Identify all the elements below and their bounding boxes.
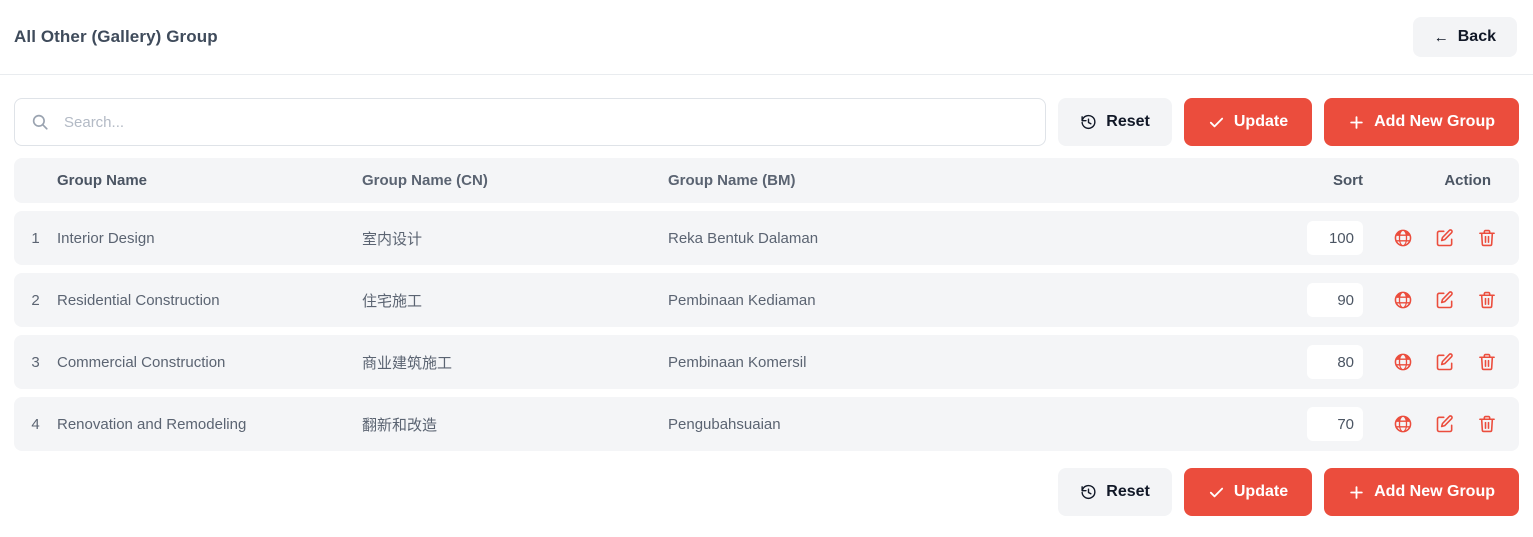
cell-group-name: Residential Construction [57, 291, 220, 309]
pen-to-square-icon[interactable] [1435, 414, 1455, 434]
add-new-group-button-label: Add New Group [1374, 113, 1495, 130]
clock-rotate-left-icon [1080, 484, 1097, 501]
search-input[interactable] [14, 98, 1047, 146]
pen-to-square-icon[interactable] [1435, 228, 1455, 248]
trash-icon[interactable] [1477, 352, 1497, 372]
arrow-left-icon: ← [1433, 28, 1449, 46]
sort-input[interactable] [1307, 407, 1363, 441]
table-row: 2 Residential Construction 住宅施工 Pembinaan K… [14, 273, 1519, 327]
cell-group-name-cn: 商业建筑施工 [362, 354, 453, 372]
check-icon [1208, 484, 1225, 501]
cell-group-name-bm: Pembinaan Komersil [668, 353, 807, 371]
column-header-group-name: Group Name [57, 172, 148, 189]
cell-group-name-cn: 住宅施工 [362, 292, 423, 310]
globe-icon[interactable] [1393, 228, 1413, 248]
cell-group-name: Commercial Construction [57, 353, 226, 371]
add-new-group-button[interactable]: Add New Group [1324, 98, 1519, 146]
toolbar: Reset Update Add New Group [0, 75, 1533, 146]
page-header: All Other (Gallery) Group ← Back [0, 0, 1533, 75]
cell-group-name-cn: 翻新和改造 [362, 416, 438, 434]
footer-actions: Reset Update Add New Group [0, 451, 1533, 516]
pen-to-square-icon[interactable] [1435, 352, 1455, 372]
trash-icon[interactable] [1477, 414, 1497, 434]
page-title: All Other (Gallery) Group [14, 27, 218, 46]
trash-icon[interactable] [1477, 290, 1497, 310]
search-field-wrapper [14, 98, 1047, 146]
search-icon [31, 113, 49, 131]
table-row: 4 Renovation and Remodeling 翻新和改造 Pengubahs… [14, 397, 1519, 451]
reset-button-bottom[interactable]: Reset [1058, 468, 1172, 516]
table-row: 3 Commercial Construction 商业建筑施工 Pembinaan … [14, 335, 1519, 389]
sort-input[interactable] [1307, 345, 1363, 379]
clock-rotate-left-icon [1080, 114, 1097, 131]
globe-icon[interactable] [1393, 414, 1413, 434]
column-header-sort: Sort [1333, 172, 1363, 189]
table-header-row: Group Name Group Name (CN) Group Name (B… [14, 158, 1519, 203]
plus-icon [1348, 484, 1365, 501]
update-button-bottom[interactable]: Update [1183, 468, 1313, 516]
sort-input[interactable] [1307, 221, 1363, 255]
table-body: 1 Interior Design 室内设计 Reka Bentuk Dalaman 2… [14, 211, 1519, 451]
cell-group-name: Interior Design [57, 229, 155, 247]
row-index: 1 [31, 229, 40, 247]
add-new-group-button-bottom[interactable]: Add New Group [1324, 468, 1519, 516]
cell-group-name-bm: Pembinaan Kediaman [668, 291, 816, 309]
check-icon [1208, 114, 1225, 131]
pen-to-square-icon[interactable] [1435, 290, 1455, 310]
cell-group-name-bm: Reka Bentuk Dalaman [668, 229, 819, 247]
cell-group-name: Renovation and Remodeling [57, 415, 247, 433]
update-button[interactable]: Update [1183, 98, 1313, 146]
column-header-group-name-cn: Group Name (CN) [362, 172, 488, 189]
group-table: Group Name Group Name (CN) Group Name (B… [0, 158, 1533, 451]
sort-input[interactable] [1307, 283, 1363, 317]
table-row: 1 Interior Design 室内设计 Reka Bentuk Dalaman [14, 211, 1519, 265]
column-header-action: Action [1444, 172, 1491, 189]
column-header-group-name-bm: Group Name (BM) [668, 172, 796, 189]
back-button[interactable]: ← Back [1412, 17, 1517, 57]
row-index: 2 [31, 291, 40, 309]
cell-group-name-bm: Pengubahsuaian [668, 415, 781, 433]
reset-button-label: Reset [1106, 113, 1150, 130]
plus-icon [1348, 114, 1365, 131]
update-button-bottom-label: Update [1233, 483, 1289, 500]
row-index: 4 [31, 415, 40, 433]
reset-button[interactable]: Reset [1058, 98, 1172, 146]
back-button-label: Back [1457, 28, 1496, 45]
cell-group-name-cn: 室内设计 [362, 230, 423, 248]
globe-icon[interactable] [1393, 352, 1413, 372]
trash-icon[interactable] [1477, 228, 1497, 248]
row-index: 3 [31, 353, 40, 371]
add-new-group-button-bottom-label: Add New Group [1374, 483, 1495, 500]
globe-icon[interactable] [1393, 290, 1413, 310]
reset-button-bottom-label: Reset [1106, 483, 1150, 500]
update-button-label: Update [1233, 113, 1289, 130]
